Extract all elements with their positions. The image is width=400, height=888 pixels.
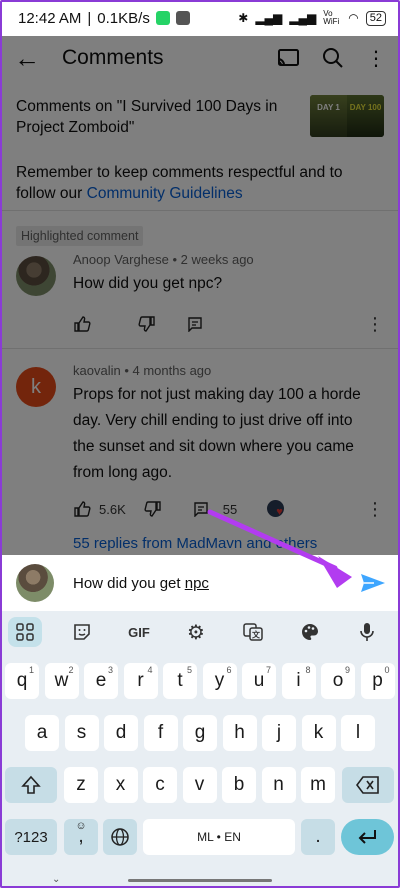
pointer-arrow	[207, 509, 352, 588]
